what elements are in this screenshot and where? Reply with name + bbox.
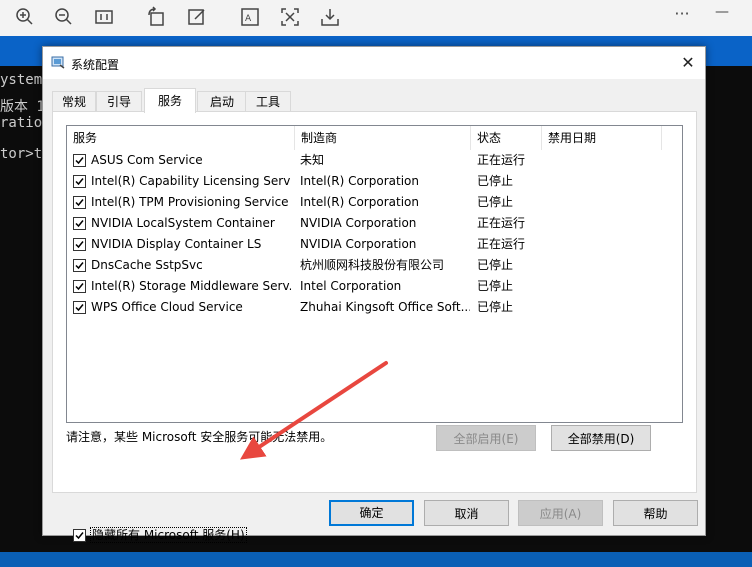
service-checkbox[interactable] xyxy=(73,259,86,272)
apply-button[interactable]: 应用(A) xyxy=(518,500,603,526)
status-cell: 已停止 xyxy=(477,195,514,209)
console-line: 版本 1 xyxy=(0,99,45,115)
manufacturer-cell: NVIDIA Corporation xyxy=(300,216,417,230)
column-header-disable-date[interactable]: 禁用日期 xyxy=(542,126,662,150)
table-row[interactable]: Intel(R) TPM Provisioning Service Intel(R… xyxy=(67,192,682,213)
disable-date-cell xyxy=(548,213,658,234)
ok-button[interactable]: 确定 xyxy=(329,500,414,526)
ocr-icon[interactable] xyxy=(279,6,301,28)
services-panel: 服务 制造商 状态 禁用日期 ASUS Com Service 未知 正在运行 Int… xyxy=(52,111,697,543)
hide-ms-services-label[interactable]: 隐藏所有 Microsoft 服务(H) xyxy=(90,527,247,543)
status-cell: 正在运行 xyxy=(477,216,526,230)
manufacturer-cell: Zhuhai Kingsoft Office Soft... xyxy=(300,300,470,314)
dialog-titlebar[interactable]: 系统配置 ✕ xyxy=(43,47,705,79)
status-cell: 已停止 xyxy=(477,258,514,272)
status-cell: 正在运行 xyxy=(477,153,526,167)
disable-date-cell xyxy=(548,192,658,213)
edit-icon[interactable] xyxy=(186,6,208,28)
service-name-cell: Intel(R) Capability Licensing Servi... xyxy=(91,174,291,188)
column-header-manufacturer[interactable]: 制造商 xyxy=(295,126,471,150)
service-name-cell: NVIDIA LocalSystem Container xyxy=(91,216,275,230)
disable-date-cell xyxy=(548,255,658,276)
service-name-cell: Intel(R) Storage Middleware Serv... xyxy=(91,279,291,293)
enable-all-button[interactable]: 全部启用(E) xyxy=(436,425,536,451)
status-cell: 已停止 xyxy=(477,300,514,314)
msconfig-icon xyxy=(51,55,65,69)
table-row[interactable]: Intel(R) Capability Licensing Servi... In… xyxy=(67,171,682,192)
fit-icon[interactable] xyxy=(93,6,115,28)
more-icon[interactable]: ··· xyxy=(671,4,693,26)
service-name-cell: WPS Office Cloud Service xyxy=(91,300,243,314)
cancel-button[interactable]: 取消 xyxy=(424,500,509,526)
table-row[interactable]: NVIDIA Display Container LS NVIDIA Corpor… xyxy=(67,234,682,255)
tab-services[interactable]: 服务 xyxy=(144,88,196,113)
disable-date-cell xyxy=(548,171,658,192)
status-cell: 正在运行 xyxy=(477,237,526,251)
disable-all-button[interactable]: 全部禁用(D) xyxy=(551,425,651,451)
manufacturer-cell: Intel(R) Corporation xyxy=(300,195,419,209)
table-row[interactable]: DnsCache SstpSvc 杭州顺网科技股份有限公司 已停止 xyxy=(67,255,682,276)
column-header-status[interactable]: 状态 xyxy=(471,126,542,150)
service-name-cell: Intel(R) TPM Provisioning Service xyxy=(91,195,289,209)
service-checkbox[interactable] xyxy=(73,280,86,293)
table-row[interactable]: NVIDIA LocalSystem Container NVIDIA Corpo… xyxy=(67,213,682,234)
system-config-dialog: 系统配置 ✕ 常规 引导 服务 启动 工具 服务 制造商 状态 禁用日期 ASU… xyxy=(42,46,706,543)
table-row[interactable]: Intel(R) Storage Middleware Serv... Intel… xyxy=(67,276,682,297)
tab-startup[interactable]: 启动 xyxy=(197,91,247,112)
close-button[interactable]: ✕ xyxy=(671,47,705,79)
manufacturer-cell: 杭州顺网科技股份有限公司 xyxy=(300,258,445,272)
tab-general[interactable]: 常规 xyxy=(52,91,96,112)
tab-boot[interactable]: 引导 xyxy=(96,91,142,112)
dialog-title: 系统配置 xyxy=(71,58,120,72)
hide-ms-services-checkbox[interactable] xyxy=(73,529,86,542)
minimize-icon[interactable]: — xyxy=(711,4,733,26)
manufacturer-cell: NVIDIA Corporation xyxy=(300,237,417,251)
disable-date-cell xyxy=(548,234,658,255)
service-checkbox[interactable] xyxy=(73,154,86,167)
service-name-cell: ASUS Com Service xyxy=(91,153,203,167)
disable-date-cell xyxy=(548,150,658,171)
service-checkbox[interactable] xyxy=(73,301,86,314)
manufacturer-cell: Intel Corporation xyxy=(300,279,402,293)
status-cell: 已停止 xyxy=(477,174,514,188)
save-icon[interactable] xyxy=(319,6,341,28)
security-note: 请注意，某些 Microsoft 安全服务可能无法禁用。 xyxy=(66,430,333,444)
service-checkbox[interactable] xyxy=(73,238,86,251)
column-header-service[interactable]: 服务 xyxy=(67,126,295,150)
service-checkbox[interactable] xyxy=(73,196,86,209)
table-row[interactable]: WPS Office Cloud Service Zhuhai Kingsoft … xyxy=(67,297,682,318)
rotate-icon[interactable] xyxy=(145,6,167,28)
service-checkbox[interactable] xyxy=(73,217,86,230)
status-cell: 已停止 xyxy=(477,279,514,293)
disable-date-cell xyxy=(548,297,658,318)
tab-tools[interactable]: 工具 xyxy=(245,91,291,112)
service-name-cell: DnsCache SstpSvc xyxy=(91,258,203,272)
disable-date-cell xyxy=(548,276,658,297)
table-row[interactable]: ASUS Com Service 未知 正在运行 xyxy=(67,150,682,171)
help-button[interactable]: 帮助 xyxy=(613,500,698,526)
services-list[interactable]: 服务 制造商 状态 禁用日期 ASUS Com Service 未知 正在运行 Int… xyxy=(66,125,683,423)
taskbar xyxy=(0,552,752,567)
zoom-out-icon[interactable] xyxy=(53,6,75,28)
zoom-in-icon[interactable] xyxy=(14,6,36,28)
service-checkbox[interactable] xyxy=(73,175,86,188)
svg-text:A: A xyxy=(245,14,252,24)
viewer-toolbar: A ··· — xyxy=(0,0,752,36)
manufacturer-cell: 未知 xyxy=(300,153,325,167)
manufacturer-cell: Intel(R) Corporation xyxy=(300,174,419,188)
translate-icon[interactable]: A xyxy=(239,6,261,28)
service-name-cell: NVIDIA Display Container LS xyxy=(91,237,262,251)
